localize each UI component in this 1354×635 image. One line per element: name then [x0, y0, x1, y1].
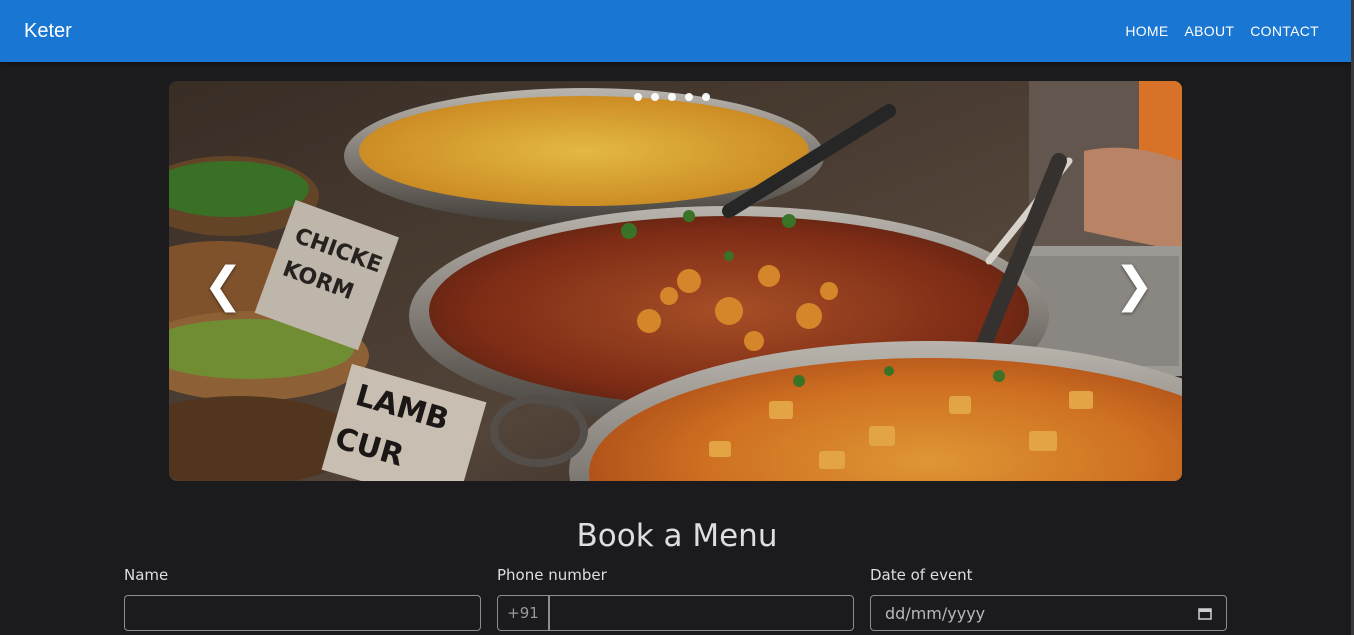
booking-title: Book a Menu — [576, 518, 778, 554]
carousel-dot-4[interactable] — [685, 93, 693, 101]
top-navbar: Keter HOME ABOUT CONTACT — [0, 0, 1354, 62]
carousel-next-icon[interactable]: ❯ — [1114, 261, 1154, 309]
image-carousel: LAMB CUR CHICKE KORM ❮ ❯ — [169, 81, 1182, 481]
nav-home-link[interactable]: HOME — [1125, 23, 1168, 39]
brand-logo[interactable]: Keter — [24, 20, 72, 42]
nav-contact-link[interactable]: CONTACT — [1250, 23, 1319, 39]
carousel-dot-5[interactable] — [702, 93, 710, 101]
food-photo: LAMB CUR CHICKE KORM — [169, 81, 1182, 481]
name-input[interactable] — [124, 595, 481, 631]
carousel-indicators — [634, 93, 710, 101]
name-label: Name — [124, 566, 169, 584]
date-label: Date of event — [870, 566, 973, 584]
carousel-dot-1[interactable] — [634, 93, 642, 101]
date-input[interactable]: dd/mm/yyyy — [870, 595, 1227, 631]
phone-label: Phone number — [497, 566, 607, 584]
nav-menu: HOME ABOUT CONTACT — [1125, 23, 1319, 39]
carousel-dot-2[interactable] — [651, 93, 659, 101]
phone-input[interactable] — [549, 595, 854, 631]
carousel-dot-3[interactable] — [668, 93, 676, 101]
calendar-icon[interactable] — [1198, 607, 1212, 620]
nav-about-link[interactable]: ABOUT — [1185, 23, 1235, 39]
phone-prefix: +91 — [497, 595, 549, 631]
carousel-prev-icon[interactable]: ❮ — [203, 261, 243, 309]
date-placeholder: dd/mm/yyyy — [885, 604, 986, 623]
